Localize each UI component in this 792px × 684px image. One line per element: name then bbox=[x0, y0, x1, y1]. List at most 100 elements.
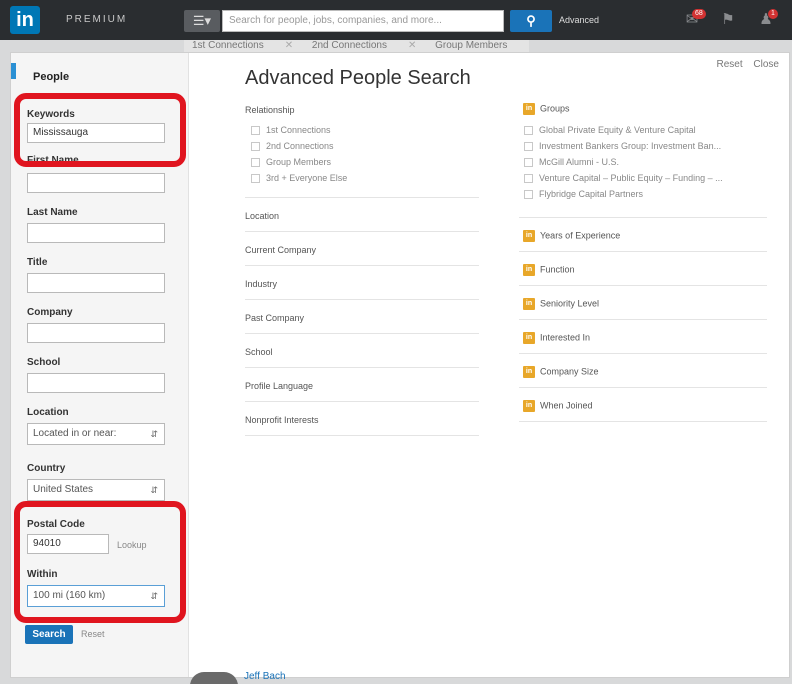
facet-location[interactable]: Location bbox=[245, 211, 279, 221]
page-title: Advanced People Search bbox=[245, 67, 471, 89]
reset-form-link[interactable]: Reset bbox=[81, 629, 105, 639]
reset-link[interactable]: Reset bbox=[717, 59, 743, 70]
premium-in-icon: in bbox=[523, 230, 535, 242]
checkbox[interactable] bbox=[251, 142, 260, 152]
group-option[interactable]: Investment Bankers Group: Investment Ban… bbox=[524, 141, 721, 152]
divider bbox=[245, 265, 479, 266]
select-arrows-icon: ⇵ bbox=[150, 429, 158, 439]
facet-interested-in[interactable]: in Interested In bbox=[523, 332, 590, 344]
facet-industry[interactable]: Industry bbox=[245, 279, 277, 289]
select-arrows-icon: ⇵ bbox=[150, 485, 158, 495]
group-option[interactable]: Venture Capital – Public Equity – Fundin… bbox=[524, 173, 723, 184]
divider bbox=[519, 421, 767, 422]
premium-in-icon: in bbox=[523, 264, 535, 276]
group-option[interactable]: Global Private Equity & Venture Capital bbox=[524, 125, 696, 136]
relationship-option[interactable]: 2nd Connections bbox=[251, 141, 334, 152]
checkbox[interactable] bbox=[251, 158, 260, 168]
last-name-label: Last Name bbox=[27, 207, 78, 218]
checkbox[interactable] bbox=[524, 126, 533, 136]
facet-groups[interactable]: in Groups bbox=[523, 103, 570, 115]
facet-function[interactable]: in Function bbox=[523, 264, 575, 276]
company-input[interactable] bbox=[27, 323, 165, 343]
company-label: Company bbox=[27, 307, 73, 318]
group-option[interactable]: McGill Alumni - U.S. bbox=[524, 157, 619, 168]
divider bbox=[245, 299, 479, 300]
divider bbox=[245, 333, 479, 334]
advanced-search-panel: Reset Close People Keywords Mississauga … bbox=[10, 52, 790, 678]
title-input[interactable] bbox=[27, 273, 165, 293]
premium-in-icon: in bbox=[523, 366, 535, 378]
premium-in-icon: in bbox=[523, 298, 535, 310]
divider bbox=[519, 353, 767, 354]
school-label: School bbox=[27, 357, 61, 368]
remove-chip-icon: ✕ bbox=[528, 40, 529, 51]
active-tab-marker bbox=[11, 63, 16, 79]
relationship-option[interactable]: 1st Connections bbox=[251, 125, 331, 136]
keywords-highlight-box bbox=[14, 93, 186, 167]
facet-school[interactable]: School bbox=[245, 347, 273, 357]
location-select[interactable]: Located in or near: ⇵ bbox=[27, 423, 165, 445]
facet-when-joined[interactable]: in When Joined bbox=[523, 400, 593, 412]
divider bbox=[519, 285, 767, 286]
country-select-value: United States bbox=[33, 484, 94, 495]
divider bbox=[519, 251, 767, 252]
global-search-input[interactable]: Search for people, jobs, companies, and … bbox=[222, 10, 504, 32]
facet-nonprofit-interests[interactable]: Nonprofit Interests bbox=[245, 415, 319, 425]
relationship-label: Relationship bbox=[245, 105, 295, 115]
advanced-search-link[interactable]: Advanced bbox=[559, 15, 599, 25]
school-input[interactable] bbox=[27, 373, 165, 393]
checkbox[interactable] bbox=[524, 174, 533, 184]
chip-item[interactable]: 1st Connections ✕ bbox=[192, 40, 293, 51]
premium-in-icon: in bbox=[523, 400, 535, 412]
country-select[interactable]: United States ⇵ bbox=[27, 479, 165, 501]
facet-seniority-level[interactable]: in Seniority Level bbox=[523, 298, 599, 310]
flag-icon[interactable]: ⚑ bbox=[718, 10, 738, 30]
search-button[interactable]: Search bbox=[25, 625, 73, 644]
messages-badge: 68 bbox=[692, 9, 706, 19]
remove-chip-icon: ✕ bbox=[407, 40, 417, 51]
panel-actions: Reset Close bbox=[709, 59, 779, 70]
remove-chip-icon: ✕ bbox=[284, 40, 294, 51]
checkbox[interactable] bbox=[524, 158, 533, 168]
checkbox[interactable] bbox=[524, 190, 533, 200]
facet-current-company[interactable]: Current Company bbox=[245, 245, 316, 255]
divider bbox=[245, 231, 479, 232]
search-icon[interactable]: ⚲ bbox=[510, 10, 552, 32]
first-name-input[interactable] bbox=[27, 173, 165, 193]
premium-in-icon: in bbox=[523, 332, 535, 344]
facet-profile-language[interactable]: Profile Language bbox=[245, 381, 313, 391]
top-navigation-bar: in PREMIUM ☰▾ Search for people, jobs, c… bbox=[0, 0, 792, 40]
checkbox[interactable] bbox=[251, 126, 260, 136]
postal-within-highlight-box bbox=[14, 501, 186, 623]
premium-label: PREMIUM bbox=[66, 14, 128, 25]
people-tab-title[interactable]: People bbox=[33, 71, 69, 83]
divider bbox=[519, 387, 767, 388]
divider bbox=[245, 401, 479, 402]
close-link[interactable]: Close bbox=[753, 59, 779, 70]
divider bbox=[245, 435, 479, 436]
divider bbox=[519, 319, 767, 320]
checkbox[interactable] bbox=[251, 174, 260, 184]
relationship-option[interactable]: Group Members bbox=[251, 157, 331, 168]
notification-badge: 1 bbox=[768, 9, 778, 19]
title-label: Title bbox=[27, 257, 48, 268]
linkedin-logo[interactable]: in bbox=[10, 6, 40, 34]
chip-item[interactable]: 2nd Connections ✕ bbox=[312, 40, 416, 51]
divider bbox=[245, 197, 479, 198]
chip-item[interactable]: Group Members✕ bbox=[435, 40, 529, 51]
divider bbox=[245, 367, 479, 368]
location-select-value: Located in or near: bbox=[33, 428, 117, 439]
relationship-option[interactable]: 3rd + Everyone Else bbox=[251, 173, 347, 184]
group-option[interactable]: Flybridge Capital Partners bbox=[524, 189, 643, 200]
location-label: Location bbox=[27, 407, 69, 418]
search-category-menu-button[interactable]: ☰▾ bbox=[184, 10, 220, 32]
last-name-input[interactable] bbox=[27, 223, 165, 243]
facet-past-company[interactable]: Past Company bbox=[245, 313, 304, 323]
divider bbox=[519, 217, 767, 218]
result-name-peek[interactable]: Jeff Bach bbox=[180, 671, 620, 684]
facet-years-of-experience[interactable]: in Years of Experience bbox=[523, 230, 620, 242]
checkbox[interactable] bbox=[524, 142, 533, 152]
country-label: Country bbox=[27, 463, 66, 474]
facet-company-size[interactable]: in Company Size bbox=[523, 366, 599, 378]
premium-in-icon: in bbox=[523, 103, 535, 115]
